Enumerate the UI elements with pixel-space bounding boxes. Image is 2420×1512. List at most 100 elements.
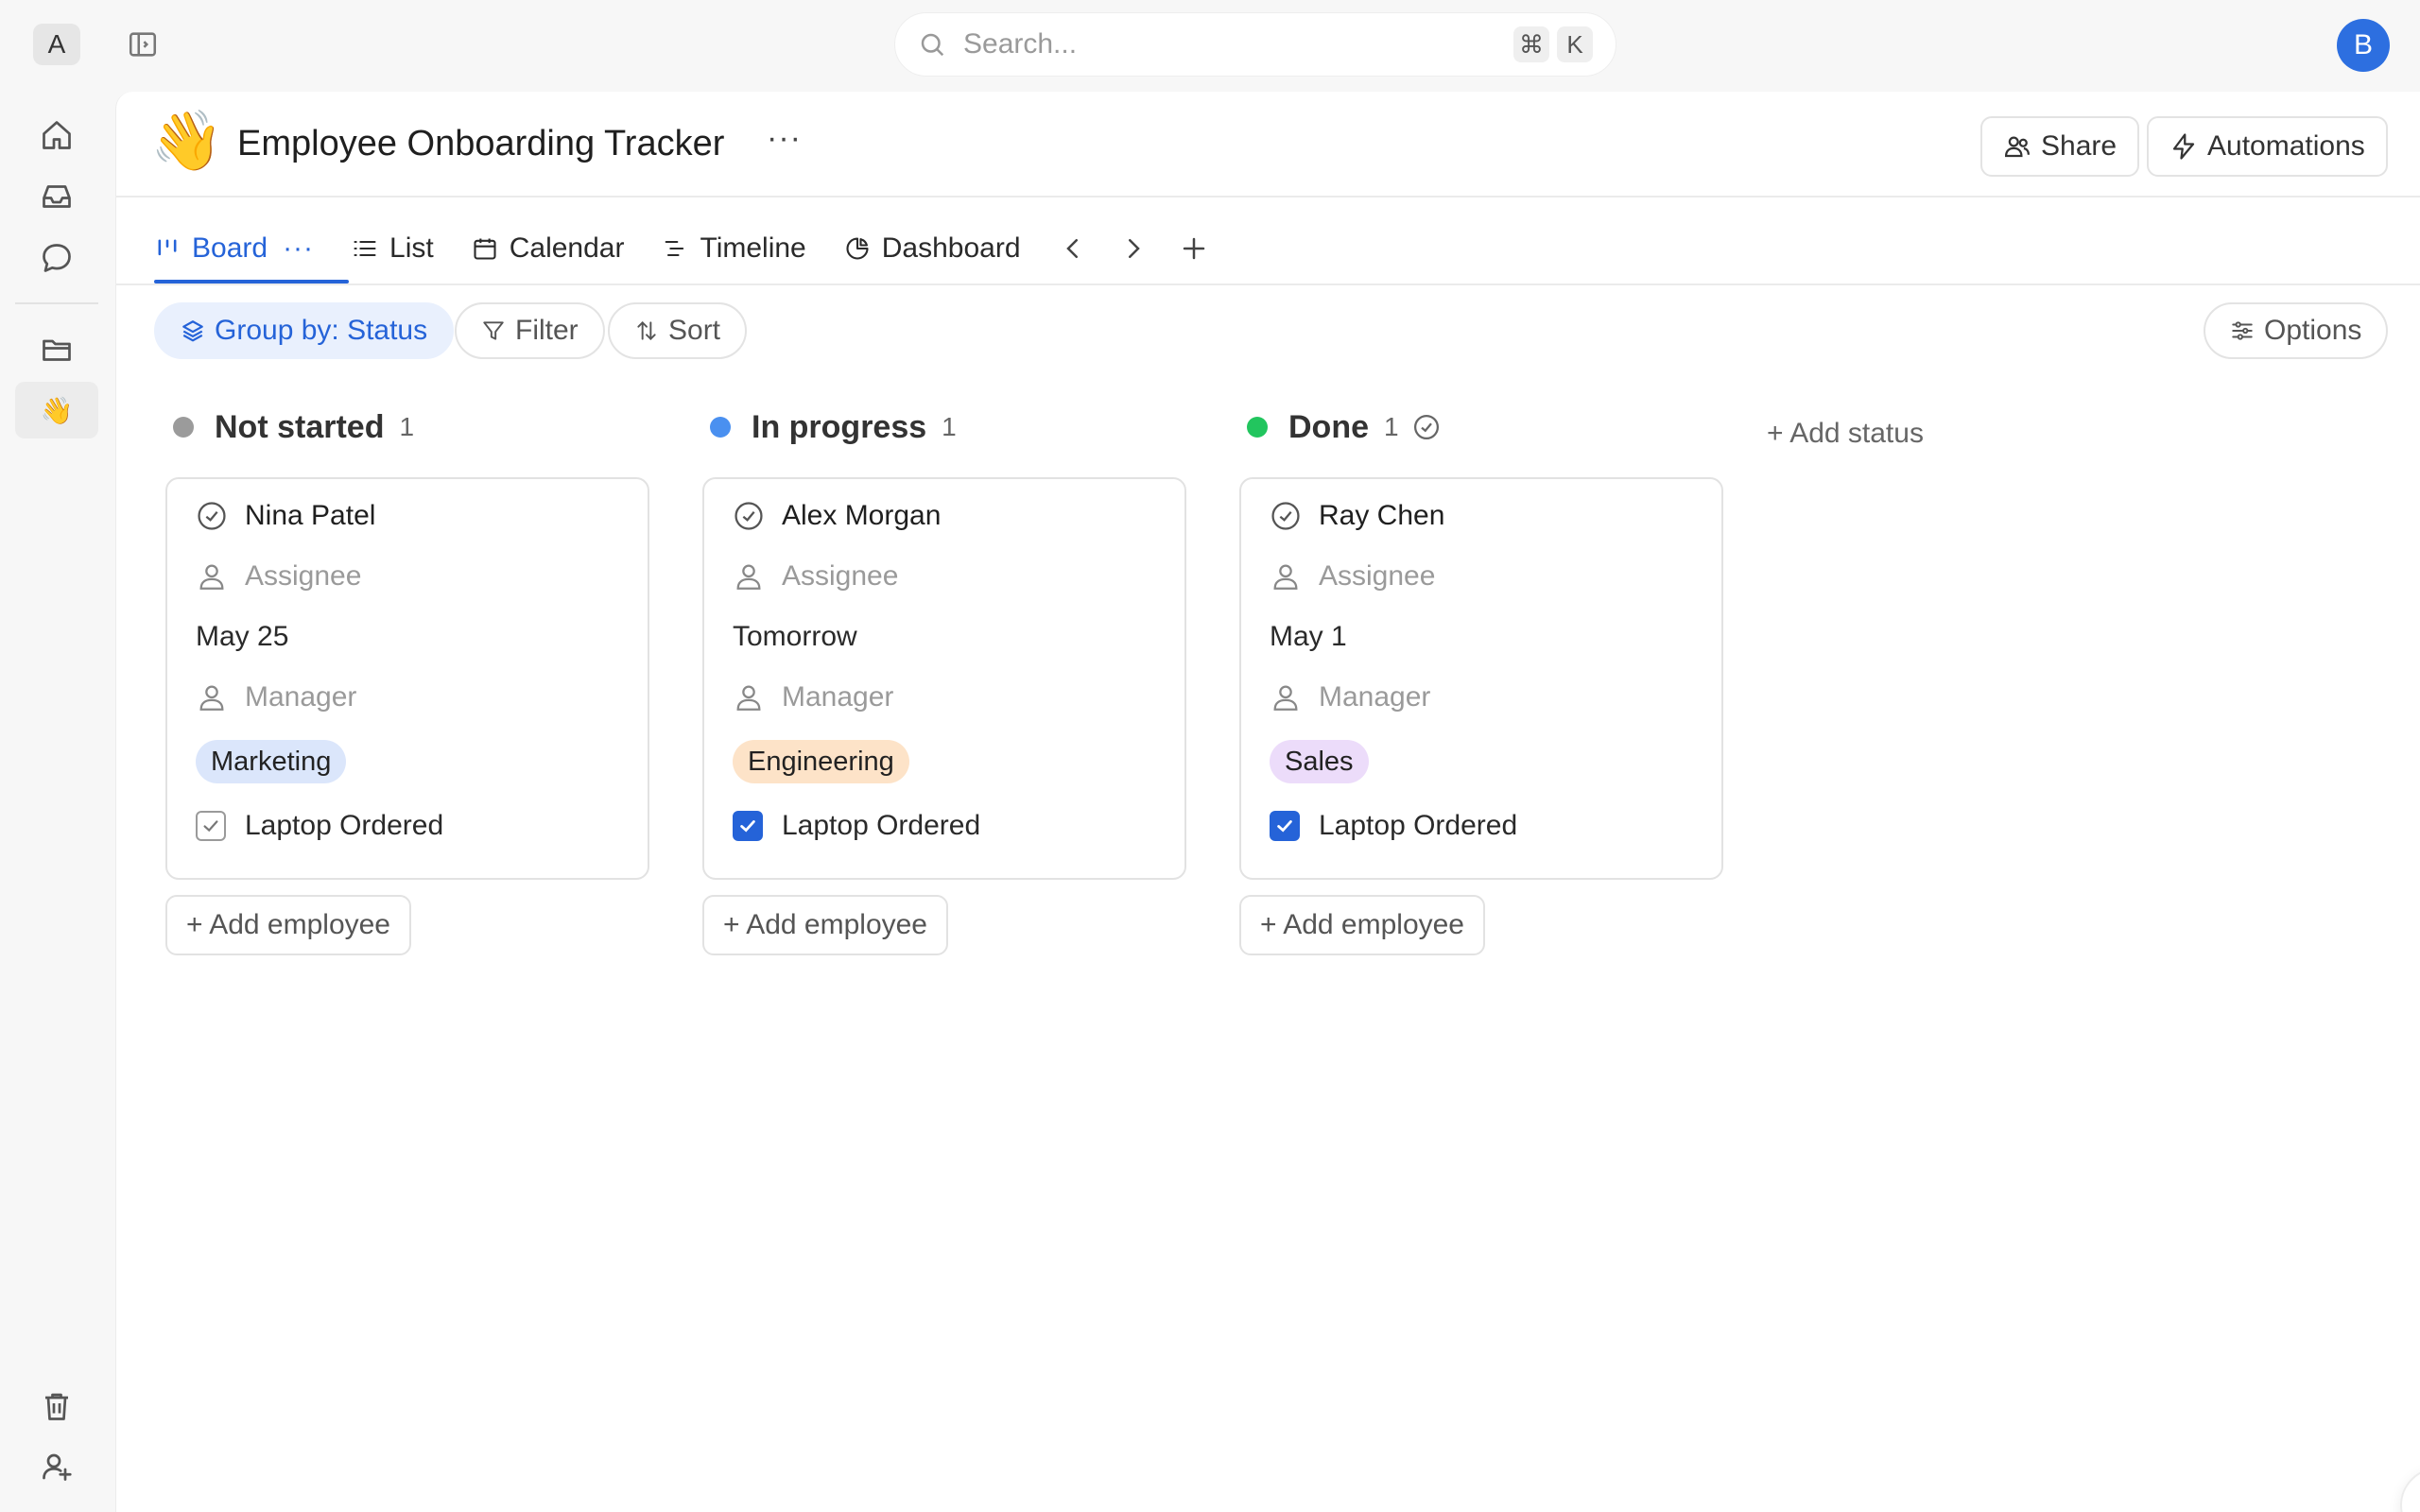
- manager-field[interactable]: Manager: [733, 681, 893, 713]
- department-tag[interactable]: Engineering: [733, 740, 909, 783]
- page-title[interactable]: Employee Onboarding Tracker: [237, 124, 724, 164]
- start-date[interactable]: Tomorrow: [733, 621, 857, 653]
- add-employee-label: + Add employee: [723, 909, 927, 940]
- sidebar-item-onboarding-tracker[interactable]: 👋: [15, 382, 98, 438]
- start-date[interactable]: May 1: [1270, 621, 1347, 653]
- page-more-button[interactable]: ···: [767, 120, 802, 157]
- employee-card[interactable]: Ray Chen Assignee May 1 Manager Sales La…: [1239, 477, 1723, 880]
- layers-icon: [182, 320, 203, 342]
- chevron-right-icon[interactable]: [1119, 234, 1148, 263]
- add-employee-button[interactable]: + Add employee: [1239, 895, 1485, 955]
- card-name-row: Nina Patel: [196, 500, 375, 532]
- workspace-badge[interactable]: A: [33, 24, 80, 65]
- tab-list[interactable]: List: [352, 220, 434, 277]
- folder-icon[interactable]: [40, 333, 74, 367]
- add-user-icon[interactable]: [40, 1450, 74, 1484]
- inbox-icon[interactable]: [40, 180, 74, 214]
- start-date-value: May 1: [1270, 621, 1347, 652]
- column-name[interactable]: In progress: [752, 409, 926, 446]
- check-circle-icon: [198, 502, 226, 530]
- chevron-left-icon[interactable]: [1059, 234, 1087, 263]
- status-dot: [1247, 417, 1268, 438]
- add-employee-button[interactable]: + Add employee: [702, 895, 948, 955]
- calendar-icon: [474, 238, 496, 260]
- tab-dashboard[interactable]: Dashboard: [844, 220, 1021, 277]
- employee-card[interactable]: Nina Patel Assignee May 25 Manager Marke…: [165, 477, 649, 880]
- search-icon: [918, 30, 946, 59]
- card-name-row: Ray Chen: [1270, 500, 1444, 532]
- view-tabs: Board ··· List Calendar Timeline Dashboa…: [154, 220, 1240, 277]
- tab-board-label: Board: [192, 232, 268, 264]
- user-avatar[interactable]: B: [2337, 19, 2390, 72]
- sidebar-toggle-icon[interactable]: [127, 28, 159, 60]
- options-button[interactable]: Options: [2204, 302, 2389, 359]
- sort-button[interactable]: Sort: [608, 302, 748, 359]
- laptop-ordered-checkbox[interactable]: [1270, 811, 1300, 841]
- column-count: 1: [942, 412, 957, 441]
- check-circle-icon: [735, 502, 763, 530]
- laptop-ordered-checkbox[interactable]: [733, 811, 763, 841]
- assignee-field[interactable]: Assignee: [1270, 560, 1435, 593]
- tab-dashboard-label: Dashboard: [881, 232, 1021, 264]
- status-dot: [710, 417, 731, 438]
- filter-button[interactable]: Filter: [455, 302, 605, 359]
- column-count: 1: [399, 412, 415, 441]
- manager-placeholder: Manager: [1319, 681, 1431, 713]
- tab-calendar-label: Calendar: [509, 232, 625, 264]
- assignee-field[interactable]: Assignee: [733, 560, 898, 593]
- laptop-ordered-field: Laptop Ordered: [1270, 810, 1517, 842]
- employee-name: Nina Patel: [245, 500, 376, 531]
- department-tag[interactable]: Marketing: [196, 740, 347, 783]
- shortcut-cmd-key: ⌘: [1513, 26, 1549, 62]
- sort-icon: [637, 320, 656, 341]
- column-name[interactable]: Done: [1288, 409, 1369, 446]
- assignee-placeholder: Assignee: [245, 560, 362, 592]
- add-employee-button[interactable]: + Add employee: [165, 895, 411, 955]
- add-employee-label: + Add employee: [186, 909, 390, 940]
- timeline-icon: [666, 240, 684, 257]
- search-placeholder: Search...: [963, 28, 1078, 60]
- column-header-not-started: Not started 1: [173, 404, 414, 451]
- tab-list-label: List: [389, 232, 434, 264]
- assignee-field[interactable]: Assignee: [196, 560, 361, 593]
- page-emoji-icon: 👋: [150, 109, 224, 174]
- person-icon: [736, 564, 761, 590]
- group-by-button[interactable]: Group by: Status: [154, 302, 455, 359]
- tab-calendar[interactable]: Calendar: [472, 220, 625, 277]
- automations-button[interactable]: Automations: [2147, 116, 2388, 177]
- ai-assistant-button[interactable]: [2400, 1468, 2420, 1512]
- add-view-plus-icon[interactable]: [1180, 234, 1208, 263]
- share-button[interactable]: Share: [1980, 116, 2140, 177]
- department-tag[interactable]: Sales: [1270, 740, 1369, 783]
- start-date[interactable]: May 25: [196, 621, 288, 653]
- person-icon: [1273, 564, 1298, 590]
- wave-emoji-icon: 👋: [40, 395, 74, 425]
- laptop-ordered-label: Laptop Ordered: [782, 810, 981, 841]
- laptop-ordered-field: Laptop Ordered: [196, 810, 443, 842]
- add-employee-label: + Add employee: [1260, 909, 1464, 940]
- home-icon[interactable]: [40, 118, 74, 152]
- laptop-ordered-checkbox[interactable]: [196, 811, 226, 841]
- share-label: Share: [2041, 130, 2118, 162]
- check-circle-icon: [1271, 502, 1300, 530]
- search-bar[interactable]: Search... ⌘ K: [894, 12, 1616, 77]
- employee-name: Alex Morgan: [782, 500, 942, 531]
- start-date-value: May 25: [196, 621, 289, 652]
- tab-timeline[interactable]: Timeline: [662, 220, 806, 277]
- automations-label: Automations: [2207, 130, 2365, 162]
- employee-card[interactable]: Alex Morgan Assignee Tomorrow Manager En…: [702, 477, 1186, 880]
- tab-board[interactable]: Board ···: [154, 220, 314, 277]
- trash-icon[interactable]: [40, 1389, 74, 1423]
- column-header-in-progress: In progress 1: [710, 404, 957, 451]
- start-date-value: Tomorrow: [733, 621, 857, 652]
- column-name[interactable]: Not started: [215, 409, 384, 446]
- tab-more-button[interactable]: ···: [283, 232, 314, 265]
- add-status-button[interactable]: + Add status: [1767, 418, 1924, 450]
- sliders-icon: [2232, 321, 2253, 340]
- manager-field[interactable]: Manager: [1270, 681, 1430, 713]
- employee-name: Ray Chen: [1319, 500, 1445, 531]
- board-icon: [158, 239, 177, 256]
- person-icon: [199, 564, 224, 590]
- chat-icon[interactable]: [40, 241, 74, 275]
- manager-field[interactable]: Manager: [196, 681, 356, 713]
